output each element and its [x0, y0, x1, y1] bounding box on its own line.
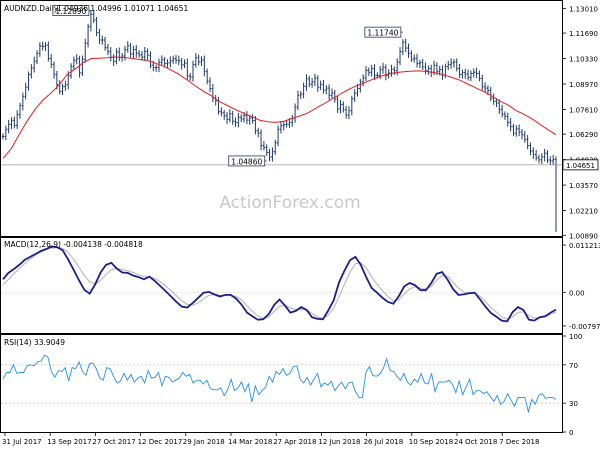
macd-label: MACD(12,26,9) -0.004138 -0.004818 — [4, 240, 143, 249]
x-tick-label: 31 Jul 2017 — [2, 438, 42, 446]
annotation-label: 1.11740 — [367, 29, 398, 38]
x-tick-label: 10 Sep 2018 — [409, 438, 453, 446]
price-y-tick-label: 1.06290 — [569, 131, 598, 139]
rsi-y-tick-label: 30 — [569, 400, 578, 408]
x-tick-label: 27 Oct 2017 — [92, 438, 135, 446]
price-annotation: 1.11740 — [364, 26, 403, 38]
x-tick-label: 27 Apr 2018 — [273, 438, 316, 446]
x-tick-label: 12 Jun 2018 — [318, 438, 360, 446]
chart-title: AUDNZD.Daily — [4, 4, 59, 13]
x-tick-label: 13 Sep 2017 — [47, 438, 91, 446]
chart-svg: ActionForex.com 1.128901.048601.11740 1.… — [0, 0, 600, 450]
price-annotation: 1.04860 — [228, 155, 267, 166]
price-y-tick-label: 1.03570 — [569, 182, 598, 190]
rsi-label: RSI(14) 33.9049 — [4, 338, 65, 347]
price-y-tick-label: 1.00890 — [569, 232, 598, 240]
rsi-y-tick-label: 0 — [569, 429, 573, 437]
x-tick-label: 7 Dec 2018 — [499, 438, 539, 446]
x-tick-label: 29 Jan 2018 — [183, 438, 225, 446]
annotation-label: 1.04860 — [231, 157, 262, 166]
rsi-y-tick-label: 70 — [569, 362, 578, 370]
x-tick-label: 24 Oct 2018 — [454, 438, 497, 446]
rsi-y-tick-label: 100 — [569, 333, 582, 341]
x-tick-label: 12 Dec 2017 — [138, 438, 183, 446]
price-y-tick-label: 1.11690 — [569, 30, 598, 38]
price-y-tick-label: 1.10330 — [569, 56, 598, 64]
macd-y-tick-label: -0.007972 — [569, 323, 600, 331]
price-y-tick-label: 1.13010 — [569, 5, 598, 13]
price-y-tick-label: 1.02210 — [569, 208, 598, 216]
macd-y-tick-label: 0.00 — [569, 289, 585, 297]
price-y-tick-label: 1.07610 — [569, 106, 598, 114]
ohlc-readout: 1.04936 1.04996 1.01071 1.04651 — [57, 4, 188, 13]
x-tick-label: 26 Jul 2018 — [364, 438, 404, 446]
last-price-label: 1.04651 — [566, 162, 595, 170]
macd-y-tick-label: 0.011213 — [569, 242, 600, 250]
watermark: ActionForex.com — [219, 193, 360, 213]
x-tick-label: 14 Mar 2018 — [228, 438, 272, 446]
price-y-tick-label: 1.08970 — [569, 81, 598, 89]
